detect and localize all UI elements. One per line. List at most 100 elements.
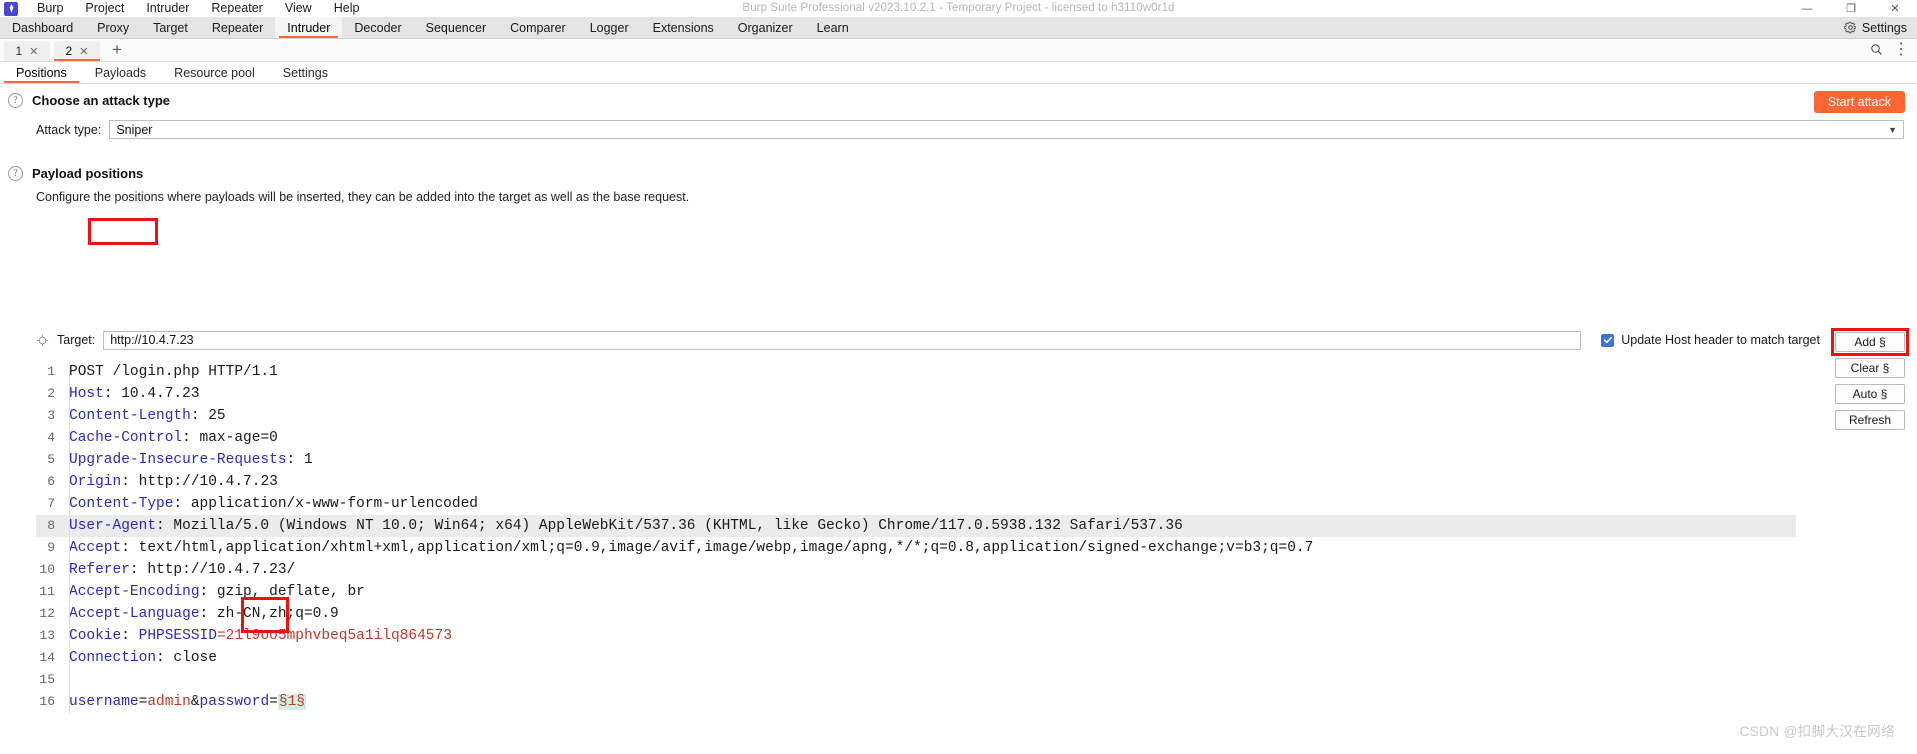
attack-tab-2[interactable]: 2 ✕ bbox=[54, 41, 100, 61]
close-icon[interactable]: ✕ bbox=[1873, 0, 1917, 17]
code-segment: POST /login.php HTTP/1.1 bbox=[69, 364, 278, 380]
position-action-buttons: Add § Clear § Auto § Refresh bbox=[1835, 332, 1905, 430]
tab-extensions[interactable]: Extensions bbox=[641, 17, 726, 38]
payload-positions-header: ? Payload positions bbox=[0, 139, 1917, 181]
line-number: 7 bbox=[47, 496, 55, 511]
tab-logger[interactable]: Logger bbox=[578, 17, 641, 38]
tab-sequencer[interactable]: Sequencer bbox=[414, 17, 498, 38]
code-line[interactable]: 15 bbox=[36, 669, 1796, 691]
nav-right-area: Settings bbox=[1840, 17, 1917, 38]
maximize-icon[interactable]: ❐ bbox=[1829, 0, 1873, 17]
help-icon[interactable]: ? bbox=[8, 93, 23, 108]
menu-item-repeater[interactable]: Repeater bbox=[200, 0, 273, 17]
code-segment: admin bbox=[147, 694, 191, 710]
tab-learn[interactable]: Learn bbox=[805, 17, 861, 38]
sub-tab-positions[interactable]: Positions bbox=[2, 62, 81, 83]
gear-icon bbox=[1844, 21, 1857, 34]
code-segment: Accept-Language bbox=[69, 606, 200, 622]
checkbox-checked-icon[interactable] bbox=[1601, 333, 1615, 347]
sub-tab-payloads[interactable]: Payloads bbox=[81, 62, 160, 83]
overflow-menu-icon[interactable]: ⋮ bbox=[1893, 39, 1909, 59]
code-line[interactable]: 3 Content-Length: 25 bbox=[36, 405, 1796, 427]
burp-suite-window: Burp Project Intruder Repeater View Help… bbox=[0, 0, 1917, 754]
minimize-icon[interactable]: — bbox=[1785, 0, 1829, 17]
code-segment: Accept bbox=[69, 540, 122, 556]
line-number: 14 bbox=[39, 650, 55, 665]
code-line[interactable]: 14 Connection: close bbox=[36, 647, 1796, 669]
menu-item-project[interactable]: Project bbox=[74, 0, 135, 17]
window-controls: — ❐ ✕ bbox=[1785, 0, 1917, 17]
line-number: 5 bbox=[47, 452, 55, 467]
line-number: 16 bbox=[39, 694, 55, 709]
target-row: Target: Update Host header to match targ… bbox=[36, 329, 1917, 351]
code-line[interactable]: 8 User-Agent: Mozilla/5.0 (Windows NT 10.… bbox=[36, 515, 1796, 537]
search-icon[interactable] bbox=[1870, 43, 1883, 56]
menu-item-intruder[interactable]: Intruder bbox=[135, 0, 200, 17]
code-text: Connection: close bbox=[62, 647, 217, 669]
code-segment: : gzip, deflate, br bbox=[199, 584, 365, 600]
tab-organizer[interactable]: Organizer bbox=[726, 17, 805, 38]
code-segment: PHPSESSID bbox=[138, 628, 217, 644]
code-segment: : max-age=0 bbox=[182, 430, 278, 446]
tab-proxy[interactable]: Proxy bbox=[85, 17, 141, 38]
request-editor[interactable]: 1 POST /login.php HTTP/1.1 2 Host: 10.4.7.2… bbox=[36, 361, 1796, 713]
tab-dashboard[interactable]: Dashboard bbox=[0, 17, 85, 38]
attack-tab-actions: ⋮ bbox=[1870, 39, 1917, 61]
code-line[interactable]: 10 Referer: http://10.4.7.23/ bbox=[36, 559, 1796, 581]
tab-target[interactable]: Target bbox=[141, 17, 200, 38]
code-text: Content-Length: 25 bbox=[62, 405, 226, 427]
code-segment: : bbox=[121, 628, 139, 644]
request-code-body[interactable]: 1 POST /login.php HTTP/1.1 2 Host: 10.4.7.2… bbox=[36, 361, 1796, 713]
add-payload-marker-button[interactable]: Add § bbox=[1835, 332, 1905, 352]
code-line[interactable]: 4 Cache-Control: max-age=0 bbox=[36, 427, 1796, 449]
code-text: Referer: http://10.4.7.23/ bbox=[62, 559, 295, 581]
help-icon[interactable]: ? bbox=[8, 166, 23, 181]
code-line[interactable]: 1 POST /login.php HTTP/1.1 bbox=[36, 361, 1796, 383]
attack-type-highlight-box bbox=[88, 218, 158, 245]
line-number: 11 bbox=[39, 584, 55, 599]
update-host-header-checkbox-row[interactable]: Update Host header to match target bbox=[1601, 333, 1820, 347]
attack-tab-1[interactable]: 1 ✕ bbox=[4, 41, 50, 61]
code-segment: : Mozilla/5.0 (Windows NT 10.0; Win64; x… bbox=[156, 518, 1183, 534]
code-line[interactable]: 16 username=admin&password=§1§ bbox=[36, 691, 1796, 713]
auto-payload-markers-button[interactable]: Auto § bbox=[1835, 384, 1905, 404]
code-segment: Referer bbox=[69, 562, 130, 578]
start-attack-button[interactable]: Start attack bbox=[1813, 91, 1905, 113]
close-icon[interactable]: ✕ bbox=[79, 45, 88, 58]
code-line[interactable]: 12 Accept-Language: zh-CN,zh;q=0.9 bbox=[36, 603, 1796, 625]
tab-decoder[interactable]: Decoder bbox=[342, 17, 413, 38]
code-segment: : application/x-www-form-urlencoded bbox=[173, 496, 478, 512]
target-input[interactable] bbox=[103, 330, 1582, 350]
code-text: Origin: http://10.4.7.23 bbox=[62, 471, 278, 493]
menu-item-help[interactable]: Help bbox=[323, 0, 371, 17]
code-line[interactable]: 5 Upgrade-Insecure-Requests: 1 bbox=[36, 449, 1796, 471]
code-segment: : text/html,application/xhtml+xml,applic… bbox=[121, 540, 1314, 556]
sub-tab-resource-pool[interactable]: Resource pool bbox=[160, 62, 269, 83]
code-line[interactable]: 6 Origin: http://10.4.7.23 bbox=[36, 471, 1796, 493]
code-line[interactable]: 13 Cookie: PHPSESSID=21l9oo5mphvbeq5a1ilq… bbox=[36, 625, 1796, 647]
line-number: 9 bbox=[47, 540, 55, 555]
code-line[interactable]: 9 Accept: text/html,application/xhtml+xml… bbox=[36, 537, 1796, 559]
positions-panel: ? Choose an attack type Start attack Att… bbox=[0, 84, 1917, 754]
code-segment: Content-Type bbox=[69, 496, 174, 512]
code-line[interactable]: 7 Content-Type: application/x-www-form-ur… bbox=[36, 493, 1796, 515]
code-text: POST /login.php HTTP/1.1 bbox=[62, 361, 278, 383]
tab-repeater[interactable]: Repeater bbox=[200, 17, 275, 38]
tab-intruder[interactable]: Intruder bbox=[275, 17, 343, 38]
line-number: 13 bbox=[39, 628, 55, 643]
clear-payload-markers-button[interactable]: Clear § bbox=[1835, 358, 1905, 378]
tab-comparer[interactable]: Comparer bbox=[498, 17, 578, 38]
payload-marker[interactable]: §1§ bbox=[277, 694, 306, 710]
settings-button[interactable]: Settings bbox=[1840, 21, 1911, 35]
choose-attack-type-header: ? Choose an attack type bbox=[0, 84, 1917, 108]
menu-item-view[interactable]: View bbox=[274, 0, 323, 17]
code-line[interactable]: 2 Host: 10.4.7.23 bbox=[36, 383, 1796, 405]
close-icon[interactable]: ✕ bbox=[29, 45, 38, 58]
sub-tab-settings[interactable]: Settings bbox=[269, 62, 342, 83]
menu-item-burp[interactable]: Burp bbox=[26, 0, 74, 17]
attack-tab-1-label: 1 bbox=[15, 44, 23, 58]
refresh-button[interactable]: Refresh bbox=[1835, 410, 1905, 430]
code-line[interactable]: 11 Accept-Encoding: gzip, deflate, br bbox=[36, 581, 1796, 603]
add-tab-button[interactable]: + bbox=[104, 40, 130, 61]
attack-type-select[interactable]: Sniper ▼ bbox=[109, 120, 1904, 139]
